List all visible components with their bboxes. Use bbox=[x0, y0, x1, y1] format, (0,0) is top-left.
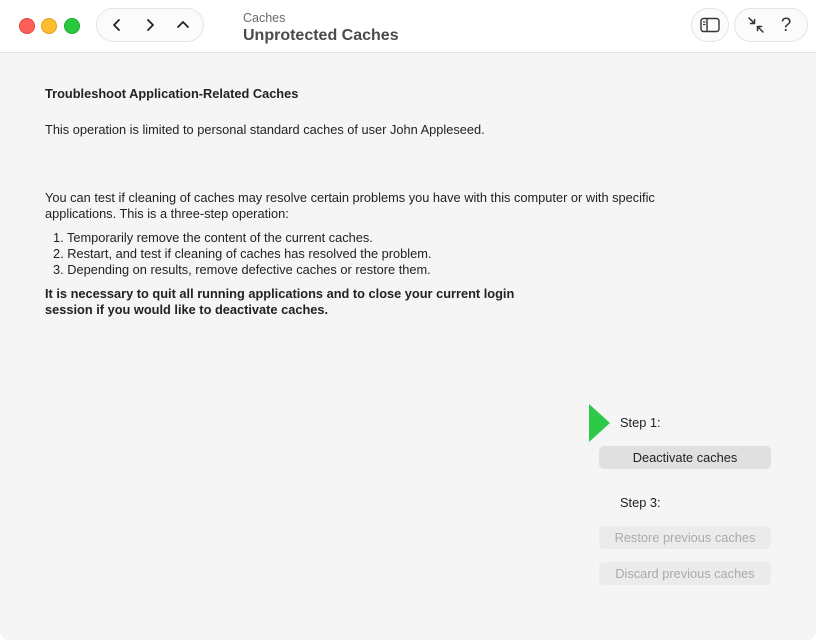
title-bar: Caches Unprotected Caches ? bbox=[0, 0, 816, 53]
step-3-label: Step 3: bbox=[620, 495, 661, 510]
toggle-sidebar-button[interactable] bbox=[691, 8, 729, 42]
section-heading: Troubleshoot Application-Related Caches bbox=[45, 86, 299, 101]
breadcrumb: Caches bbox=[243, 11, 286, 25]
steps-list: 1. Temporarily remove the content of the… bbox=[53, 230, 431, 278]
chevron-right-icon bbox=[147, 19, 154, 31]
app-window: Caches Unprotected Caches ? Troubleshoot… bbox=[0, 0, 816, 640]
forward-button[interactable] bbox=[135, 10, 165, 40]
step-1-label: Step 1: bbox=[620, 415, 661, 430]
close-window-button[interactable] bbox=[19, 18, 35, 34]
scope-note: This operation is limited to personal st… bbox=[45, 122, 485, 137]
current-step-arrow-icon bbox=[589, 404, 610, 442]
discard-caches-button[interactable]: Discard previous caches bbox=[599, 562, 771, 585]
list-item: 3. Depending on results, remove defectiv… bbox=[53, 262, 431, 277]
help-button[interactable]: ? bbox=[775, 14, 797, 36]
chevron-left-icon bbox=[113, 19, 121, 31]
back-button[interactable] bbox=[102, 10, 132, 40]
list-item: 2. Restart, and test if cleaning of cach… bbox=[53, 246, 432, 261]
warning-text: It is necessary to quit all running appl… bbox=[45, 286, 515, 317]
sidebar-icon bbox=[700, 17, 720, 33]
help-icon: ? bbox=[780, 14, 792, 36]
minimize-window-button[interactable] bbox=[41, 18, 57, 34]
zoom-window-button[interactable] bbox=[64, 18, 80, 34]
chevron-up-icon bbox=[176, 21, 189, 28]
collapse-arrows-icon bbox=[748, 17, 764, 33]
intro-text: You can test if cleaning of caches may r… bbox=[45, 190, 655, 221]
navigation-group bbox=[96, 8, 204, 42]
collapse-button[interactable] bbox=[745, 14, 767, 36]
list-item: 1. Temporarily remove the content of the… bbox=[53, 230, 373, 245]
up-button[interactable] bbox=[168, 10, 198, 40]
deactivate-caches-button[interactable]: Deactivate caches bbox=[599, 446, 771, 469]
window-tools-group: ? bbox=[734, 8, 808, 42]
restore-caches-button[interactable]: Restore previous caches bbox=[599, 526, 771, 549]
page-title: Unprotected Caches bbox=[243, 27, 399, 44]
